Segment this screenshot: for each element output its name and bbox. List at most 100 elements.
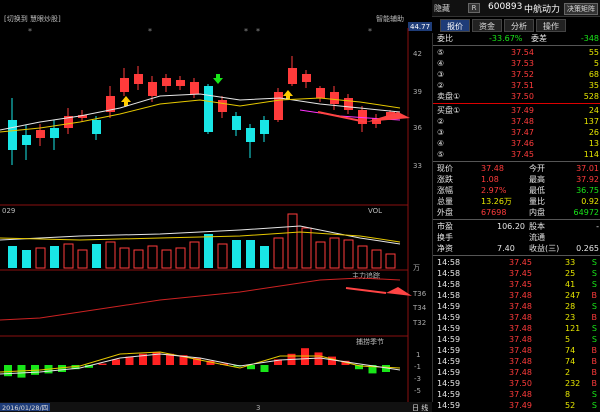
tick-volume: 33 [565,258,576,267]
candle-body [204,86,213,132]
volume-bar [301,227,312,269]
volume-bar [204,234,213,268]
ratio-value: -33.67% [489,34,523,43]
panel-separator [433,219,600,220]
volume-bar [22,250,31,268]
tick-side: B [591,346,598,355]
tick-side: B [591,291,598,300]
volume-bar [385,253,396,269]
bid-volume: 13 [588,139,599,148]
star-marker-icon: * [368,27,372,36]
tick-volume: 232 [565,379,581,388]
tick-price: 37.49 [509,401,532,410]
ask-row: 卖盘① 37.50 528 [433,91,600,102]
cycle-label: 捕捞季节 [356,337,384,346]
volume-bar [35,247,46,269]
tick-side: S [591,302,597,311]
hide-toggle[interactable]: 隐藏 [434,3,450,14]
stat-value: 13.26万 [481,197,512,206]
period-selector[interactable]: 日 线 [412,403,428,412]
volume-bar [77,249,88,269]
volume-bar [287,213,298,269]
volume-bar [161,249,172,269]
switch-label[interactable]: [切换到 慧眼炒股] [4,14,61,23]
tick-side: B [591,357,598,366]
volume-bar [8,246,17,268]
tab-funds[interactable]: 资金 [472,19,502,32]
tick-price: 37.48 [509,346,532,355]
ask-price: 37.50 [511,92,534,101]
vol-unit: 万 [413,264,420,272]
flow-tick: T34 [412,304,427,312]
indicator-label[interactable]: 智能辅助 [376,14,404,23]
kline-chart[interactable]: [切换到 慧眼炒股] 智能辅助 44.77 42 39 36 33 029 VO… [0,0,432,412]
cycle-tick: -5 [414,387,421,395]
ask-row: ⑤ 37.54 55 [433,47,600,58]
tick-time: 14:59 [437,335,461,344]
tick-price: 37.48 [509,368,532,377]
candle-body [344,98,353,110]
candle-body [22,135,31,145]
tick-time: 14:59 [437,379,461,388]
tick-price: 37.45 [509,269,532,278]
order-ratio-row: 委比 -33.67% 委差 -348 [433,33,600,44]
ask-level: ② [437,81,445,90]
ask-price: 37.54 [511,48,534,57]
tick-volume: 8 [565,390,571,399]
info-label: 换手 [437,233,453,242]
tick-volume: 74 [565,346,576,355]
tab-quote[interactable]: 报价 [440,19,470,32]
ma-line-10 [0,97,401,133]
tick-row: 14:59 37.49 52 S [433,400,600,411]
volume-bar [273,237,284,269]
star-marker-icon: * [244,27,248,36]
panel-separator [433,161,600,162]
tick-volume: 25 [565,269,576,278]
candle-body [288,68,297,84]
footer-date: 2016/01/28/四 [2,404,48,412]
bid-price: 37.49 [511,106,534,115]
star-marker-icon: * [28,27,32,36]
bid-row: ④ 37.46 13 [433,138,600,149]
stat-label: 今开 [529,164,545,173]
volume-bar [63,243,74,269]
info-row: 换手 流通 [433,232,600,243]
tick-row: 14:58 37.45 33 S [433,257,600,268]
volume-bar [105,241,116,269]
panel-separator [433,103,600,104]
tick-side: S [591,401,597,410]
volume-bar [92,244,101,268]
info-value: - [596,222,599,231]
bid-price: 37.45 [511,150,534,159]
candle-body [162,78,171,86]
tick-row: 14:59 37.48 2 B [433,367,600,378]
tab-operation[interactable]: 操作 [536,19,566,32]
stat-value: 64972 [573,208,599,217]
ask-price: 37.52 [511,70,534,79]
tick-volume: 23 [565,313,576,322]
tick-row: 14:59 37.48 8 S [433,389,600,400]
r-badge[interactable]: R [468,3,480,13]
tick-price: 37.48 [509,302,532,311]
tick-side: B [591,379,598,388]
tick-time: 14:59 [437,346,461,355]
quote-panel: 委比 -33.67% 委差 -348 ⑤ 37.54 55 ④ 37.53 5 ③ 37.52 68 ② 3… [432,33,600,410]
stat-label: 最高 [529,175,545,184]
chart-area[interactable]: [切换到 慧眼炒股] 智能辅助 44.77 42 39 36 33 029 VO… [0,0,432,412]
tick-time: 14:59 [437,401,461,410]
volume-bar [50,246,59,268]
buy-arrow-icon [121,96,131,106]
decision-matrix-button[interactable]: 决策矩阵 [564,3,598,15]
candle-body [330,92,339,104]
info-value: 7.40 [497,244,515,253]
ratio-label: 委比 [437,34,453,43]
tick-price: 37.48 [509,291,532,300]
bid-level: 买盘① [437,106,461,115]
tab-analysis[interactable]: 分析 [504,19,534,32]
tick-row: 14:58 37.45 25 S [433,268,600,279]
stat-value: 37.92 [576,175,599,184]
tick-row: 14:58 37.48 247 B [433,290,600,301]
tick-time: 14:59 [437,357,461,366]
tick-row: 14:59 37.48 28 S [433,301,600,312]
bid-volume: 24 [588,106,599,115]
